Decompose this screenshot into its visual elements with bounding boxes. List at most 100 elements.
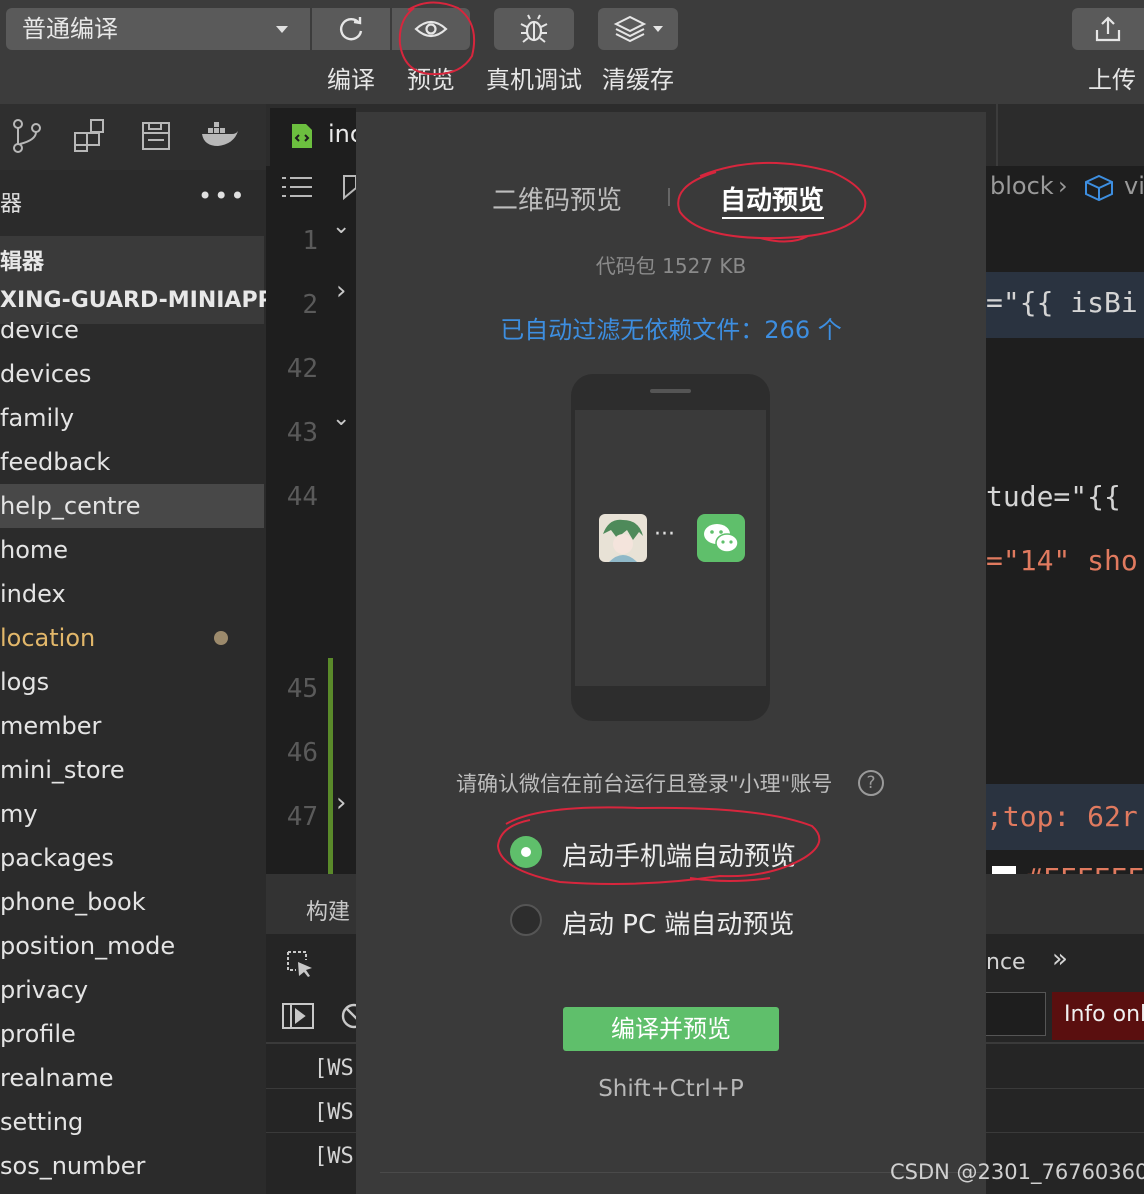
- clear-cache-label: 清缓存: [602, 66, 674, 94]
- preview-button[interactable]: [392, 8, 470, 50]
- tab-performance[interactable]: nce: [986, 950, 1026, 975]
- inspect-cursor-icon[interactable]: [286, 950, 314, 978]
- docker-icon[interactable]: [200, 122, 240, 150]
- code-text: #FFFFFF: [1026, 862, 1144, 874]
- tab-qrcode-preview[interactable]: 二维码预览: [492, 180, 622, 217]
- upload-button[interactable]: [1072, 8, 1144, 50]
- help-icon[interactable]: ?: [858, 770, 884, 796]
- editor-tab[interactable]: inc: [270, 108, 363, 166]
- line-number: 43: [286, 418, 318, 448]
- breadcrumb-separator-icon: ›: [1058, 172, 1068, 200]
- wechat-icon: [697, 514, 745, 562]
- watermark: CSDN @2301_76760360: [890, 1160, 1144, 1184]
- tree-item-setting[interactable]: setting: [0, 1100, 264, 1144]
- project-name[interactable]: XING-GUARD-MINIAPP: [0, 288, 274, 313]
- tree-item-sos-number[interactable]: sos_number: [0, 1144, 264, 1188]
- source-control-icon[interactable]: [10, 118, 44, 154]
- tree-item-home[interactable]: home: [0, 528, 264, 572]
- color-swatch: [992, 866, 1016, 874]
- code-line-clipped: #FFFFFF: [986, 858, 1144, 874]
- tree-item-realname[interactable]: realname: [0, 1056, 264, 1100]
- line-number: 46: [286, 738, 318, 768]
- login-confirm-text: 请确认微信在前台运行且登录"小理"账号: [456, 772, 833, 796]
- bug-icon: [520, 14, 548, 43]
- filtered-files-link[interactable]: 已自动过滤无依赖文件：266 个: [356, 310, 986, 345]
- line-number: 42: [286, 354, 318, 384]
- tree-item-packages[interactable]: packages: [0, 836, 264, 880]
- refresh-icon: [340, 17, 363, 41]
- option-mobile-auto-preview[interactable]: 启动手机端自动预览: [510, 834, 830, 872]
- sidebar-toggle-icon[interactable]: [282, 1002, 314, 1030]
- tab-build[interactable]: 构建: [306, 894, 350, 926]
- tree-item-mini-store[interactable]: mini_store: [0, 748, 264, 792]
- breadcrumb-block[interactable]: block: [990, 172, 1054, 200]
- more-tabs-icon[interactable]: »: [1052, 944, 1068, 974]
- tree-item-index[interactable]: index: [0, 572, 264, 616]
- tree-item-help-centre[interactable]: help_centre: [0, 484, 264, 528]
- extensions-icon[interactable]: [72, 118, 108, 154]
- code-line: ="{{ isBi: [986, 286, 1138, 319]
- storage-icon[interactable]: [140, 120, 172, 152]
- tab-divider: [668, 188, 670, 206]
- file-tree: device devices family feedback help_cent…: [0, 322, 264, 1194]
- tree-item-privacy[interactable]: privacy: [0, 968, 264, 1012]
- compile-button[interactable]: [312, 8, 390, 50]
- line-number: 2: [302, 290, 318, 320]
- log-level-select[interactable]: Info onl: [1052, 992, 1144, 1040]
- fold-chevron-right-icon[interactable]: ›: [336, 788, 346, 818]
- radio-unselected-icon: [510, 904, 542, 936]
- breadcrumb-view[interactable]: vi: [1124, 172, 1144, 200]
- remote-debug-button[interactable]: [494, 8, 574, 50]
- code-line: tude="{{: [986, 480, 1121, 513]
- compile-and-preview-button[interactable]: 编译并预览: [563, 1007, 779, 1051]
- outline-list-icon[interactable]: [282, 176, 312, 198]
- phone-speaker: [650, 389, 691, 393]
- line-number: 45: [286, 674, 318, 704]
- preview-label: 预览: [407, 66, 455, 94]
- git-gutter-added: [328, 658, 333, 874]
- tree-item-devices[interactable]: devices: [0, 352, 264, 396]
- active-tab-underline: [722, 217, 824, 219]
- tree-item-position-mode[interactable]: position_mode: [0, 924, 264, 968]
- tree-item-phone-book[interactable]: phone_book: [0, 880, 264, 924]
- tree-item-device[interactable]: device: [0, 322, 264, 352]
- explorer-title: 器: [0, 192, 23, 217]
- connecting-ellipsis: ···: [654, 522, 675, 547]
- upload-icon: [1095, 16, 1121, 42]
- editor-section-label: 辑器: [0, 250, 45, 275]
- more-icon[interactable]: •••: [198, 182, 246, 210]
- compile-mode-select[interactable]: 普通编译: [6, 8, 310, 50]
- tree-item-feedback[interactable]: feedback: [0, 440, 264, 484]
- code-line: ="14" sho: [986, 544, 1138, 577]
- option-pc-auto-preview[interactable]: 启动 PC 端自动预览: [510, 902, 830, 940]
- code-line: ;top: 62r: [986, 800, 1138, 833]
- fold-chevron-down-icon[interactable]: ⌄: [332, 406, 350, 431]
- tree-item-family[interactable]: family: [0, 396, 264, 440]
- line-number: 1: [302, 226, 318, 256]
- chevron-down-icon: [276, 26, 288, 33]
- modified-dot-icon: [214, 631, 228, 645]
- remote-debug-label: 真机调试: [486, 66, 582, 94]
- line-number: 44: [286, 482, 318, 512]
- clear-cache-button[interactable]: [598, 8, 678, 50]
- tab-auto-preview[interactable]: 自动预览: [720, 180, 824, 217]
- tree-item-my[interactable]: my: [0, 792, 264, 836]
- compile-label: 编译: [327, 66, 375, 94]
- option-label: 启动 PC 端自动预览: [562, 910, 795, 940]
- upload-label: 上传: [1088, 66, 1136, 94]
- tree-item-logs[interactable]: logs: [0, 660, 264, 704]
- compile-mode-label: 普通编译: [22, 15, 118, 43]
- fold-chevron-right-icon[interactable]: ›: [336, 276, 346, 306]
- layers-icon: [613, 15, 647, 43]
- tree-item-member[interactable]: member: [0, 704, 264, 748]
- cube-icon: [1085, 174, 1113, 202]
- line-number: 47: [286, 802, 318, 832]
- tree-item-profile[interactable]: profile: [0, 1012, 264, 1056]
- log-level-label: Info onl: [1064, 1002, 1144, 1027]
- package-size: 代码包 1527 KB: [595, 254, 747, 278]
- tree-item-location[interactable]: location: [0, 616, 264, 660]
- eye-icon: [414, 20, 448, 38]
- console-filter-input[interactable]: [986, 992, 1046, 1036]
- chevron-down-icon: [653, 26, 663, 32]
- fold-chevron-down-icon[interactable]: ⌄: [332, 214, 350, 239]
